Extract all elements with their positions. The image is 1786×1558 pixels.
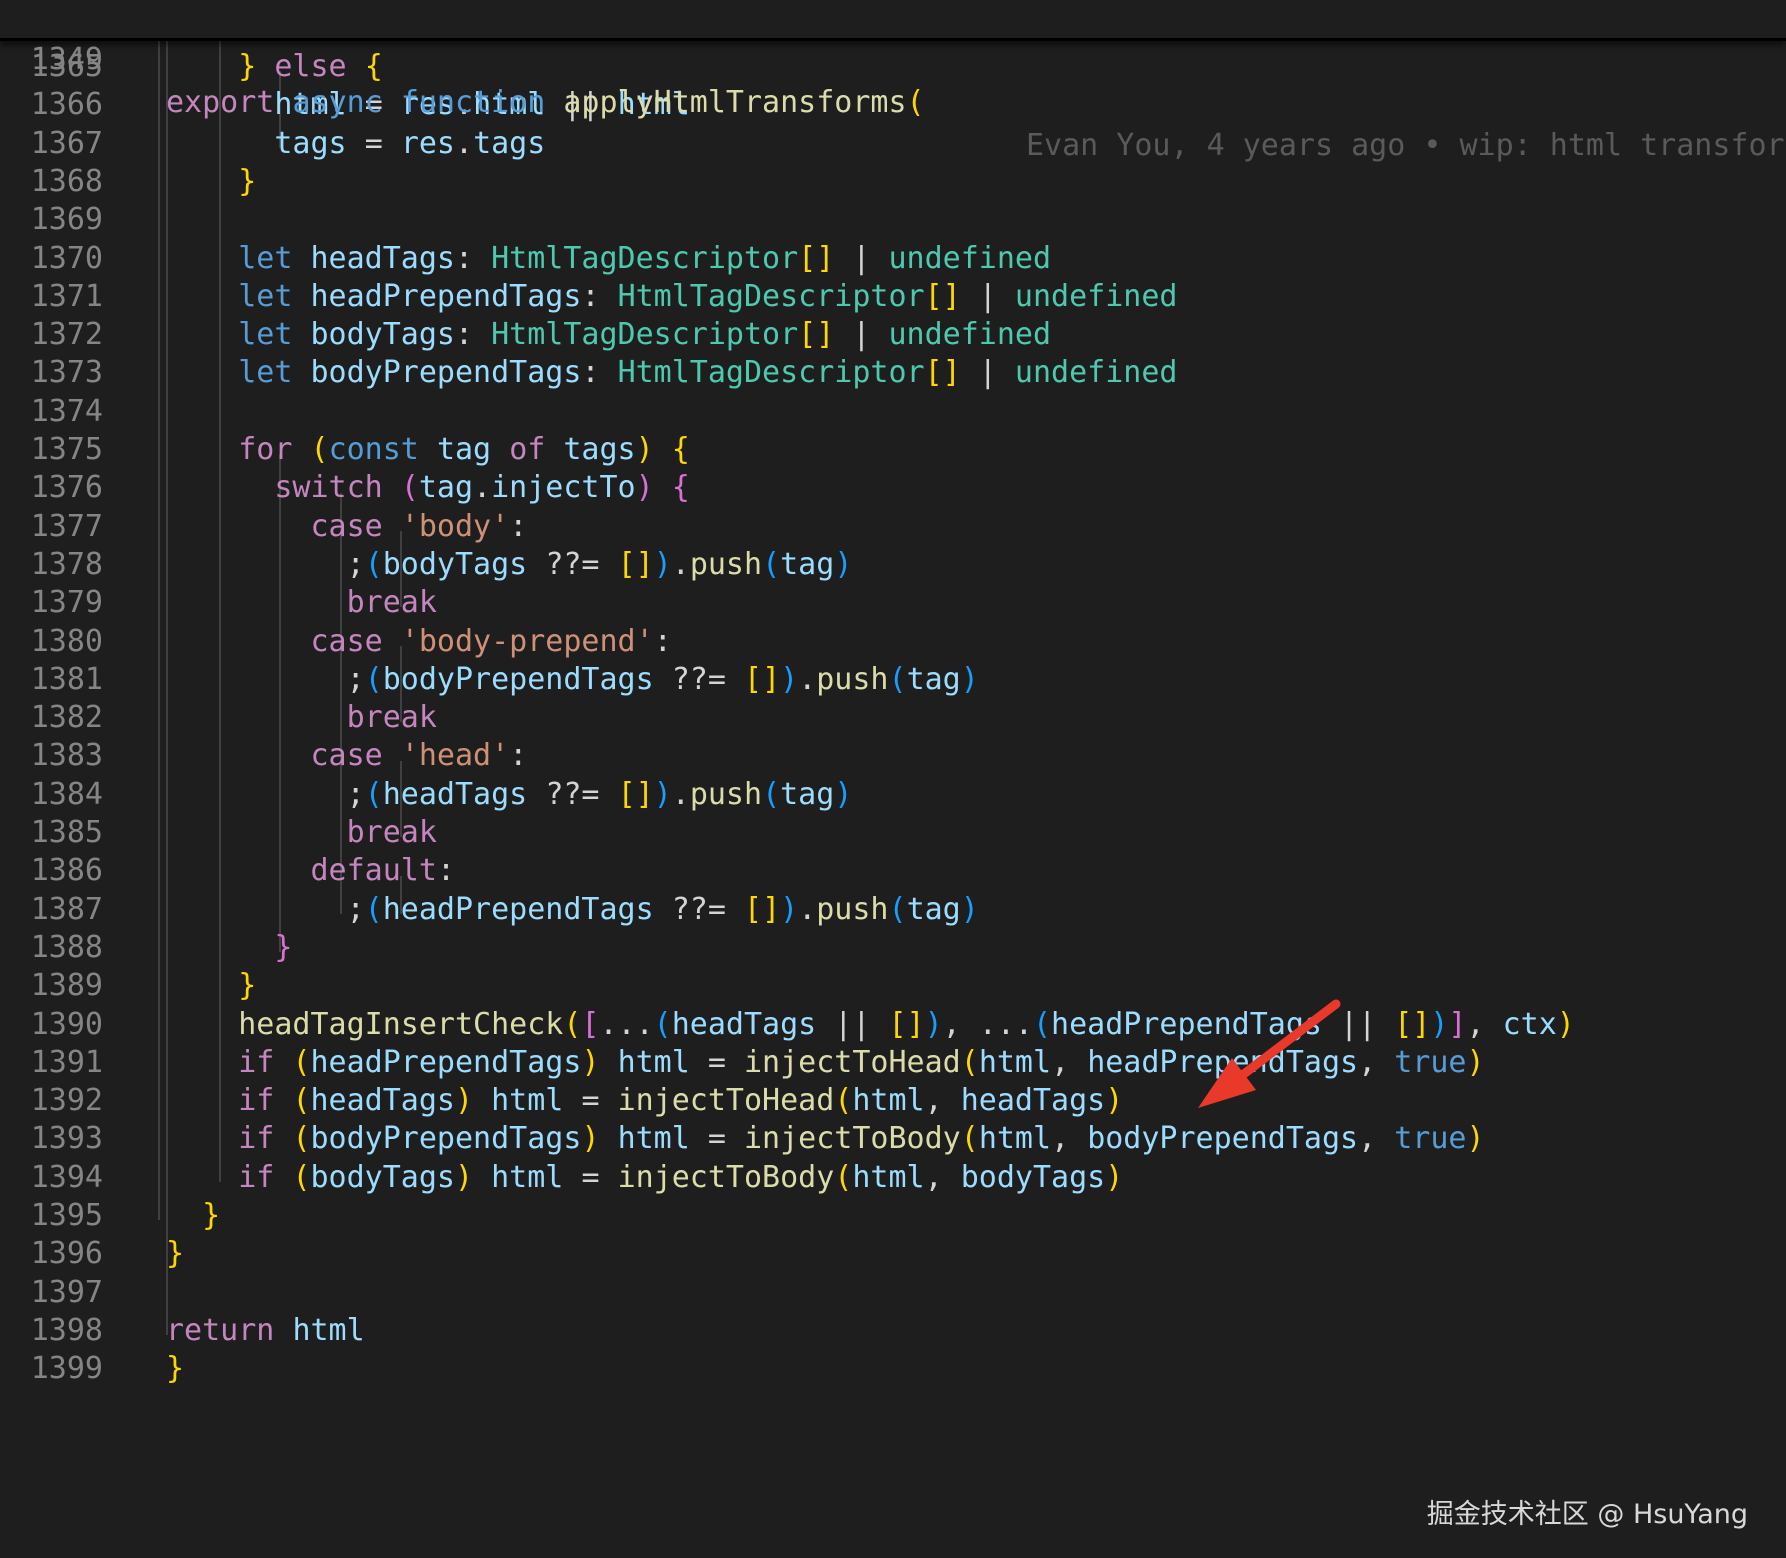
red-arrow-annotation	[1198, 999, 1341, 1108]
arrow-shaft	[1223, 999, 1341, 1091]
watermark: 掘金技术社区 @ HsuYang	[1426, 1499, 1748, 1530]
code-editor[interactable]: 1349 export async function applyHtmlTran…	[0, 0, 1786, 1558]
arrow-head	[1198, 1058, 1256, 1108]
